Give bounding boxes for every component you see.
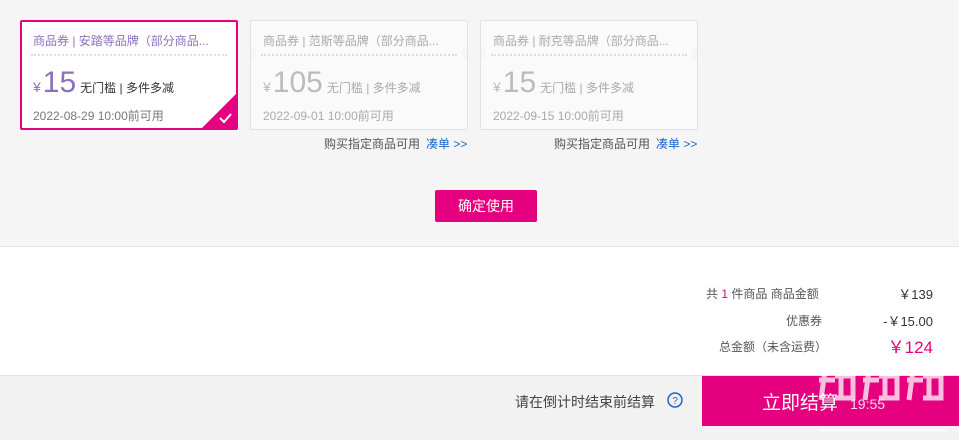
help-circle-icon[interactable]: ? bbox=[667, 392, 683, 408]
coupon-divider bbox=[491, 54, 687, 56]
check-corner-icon bbox=[202, 94, 236, 128]
coupon-amount: ¥ 15 无门槛 | 多件多减 bbox=[493, 65, 634, 101]
coupon-value: 15 bbox=[42, 66, 77, 99]
coupon-note-2: 购买指定商品可用 凑单 >> bbox=[324, 135, 467, 152]
coupon-divider bbox=[31, 54, 227, 56]
confirm-use-button[interactable]: 确定使用 bbox=[435, 190, 537, 222]
coupon-expiry: 2022-08-29 10:00前可用 bbox=[33, 109, 164, 123]
coupon-desc: 无门槛 | 多件多减 bbox=[326, 81, 421, 95]
coupon-currency: ¥ bbox=[33, 79, 41, 95]
add-items-link[interactable]: 凑单 >> bbox=[656, 137, 697, 151]
total-label: 总金额（未含运费） bbox=[719, 340, 828, 354]
coupon-divider bbox=[261, 54, 457, 56]
count-suffix: 件商品 商品金额 bbox=[731, 287, 819, 301]
subtotal-value: ￥139 bbox=[898, 287, 933, 302]
coupon-title: 商品券 | 范斯等品牌（部分商品... bbox=[263, 34, 439, 48]
coupon-value: 105 bbox=[272, 66, 323, 99]
discount-label: 优惠券 bbox=[786, 314, 823, 328]
discount-value: -￥15.00 bbox=[883, 314, 933, 329]
coupon-card-2[interactable]: 商品券 | 范斯等品牌（部分商品... ¥ 105 无门槛 | 多件多减 202… bbox=[250, 20, 468, 130]
coupon-expiry: 2022-09-01 10:00前可用 bbox=[263, 109, 394, 123]
coupon-desc: 无门槛 | 多件多减 bbox=[540, 81, 634, 95]
add-items-link[interactable]: 凑单 >> bbox=[426, 137, 467, 151]
coupon-notch bbox=[692, 48, 697, 60]
coupon-note-text: 购买指定商品可用 bbox=[554, 137, 651, 151]
coupon-notch bbox=[481, 48, 486, 60]
coupon-notch bbox=[251, 48, 256, 60]
coupon-expiry: 2022-09-15 10:00前可用 bbox=[493, 109, 624, 123]
total-value: ￥124 bbox=[887, 338, 933, 357]
svg-text:?: ? bbox=[672, 396, 678, 407]
coupon-notch bbox=[462, 48, 467, 60]
coupon-panel: 商品券 | 安踏等品牌（部分商品... ¥ 15 无门槛 | 多件多减 2022… bbox=[0, 0, 959, 247]
coupon-title: 商品券 | 耐克等品牌（部分商品... bbox=[493, 34, 669, 48]
item-count: 1 bbox=[721, 287, 729, 301]
coupon-desc: 无门槛 | 多件多减 bbox=[80, 81, 174, 95]
coupon-card-3[interactable]: 商品券 | 耐克等品牌（部分商品... ¥ 15 无门槛 | 多件多减 2022… bbox=[480, 20, 698, 130]
coupon-title: 商品券 | 安踏等品牌（部分商品... bbox=[33, 34, 209, 48]
coupon-currency: ¥ bbox=[493, 79, 501, 95]
coupon-amount: ¥ 105 无门槛 | 多件多减 bbox=[263, 65, 421, 101]
coupon-note-text: 购买指定商品可用 bbox=[324, 137, 421, 151]
coupon-value: 15 bbox=[502, 66, 537, 99]
count-prefix: 共 bbox=[706, 287, 719, 301]
coupon-note-3: 购买指定商品可用 凑单 >> bbox=[554, 135, 697, 152]
countdown-text: 请在倒计时结束前结算 bbox=[515, 394, 655, 410]
coupon-amount: ¥ 15 无门槛 | 多件多减 bbox=[33, 65, 174, 101]
coupon-currency: ¥ bbox=[263, 79, 271, 95]
item-count-label: 共 1 件商品 商品金额 bbox=[706, 285, 819, 302]
watermark-logo-icon bbox=[818, 366, 947, 432]
coupon-card-1[interactable]: 商品券 | 安踏等品牌（部分商品... ¥ 15 无门槛 | 多件多减 2022… bbox=[20, 20, 238, 130]
